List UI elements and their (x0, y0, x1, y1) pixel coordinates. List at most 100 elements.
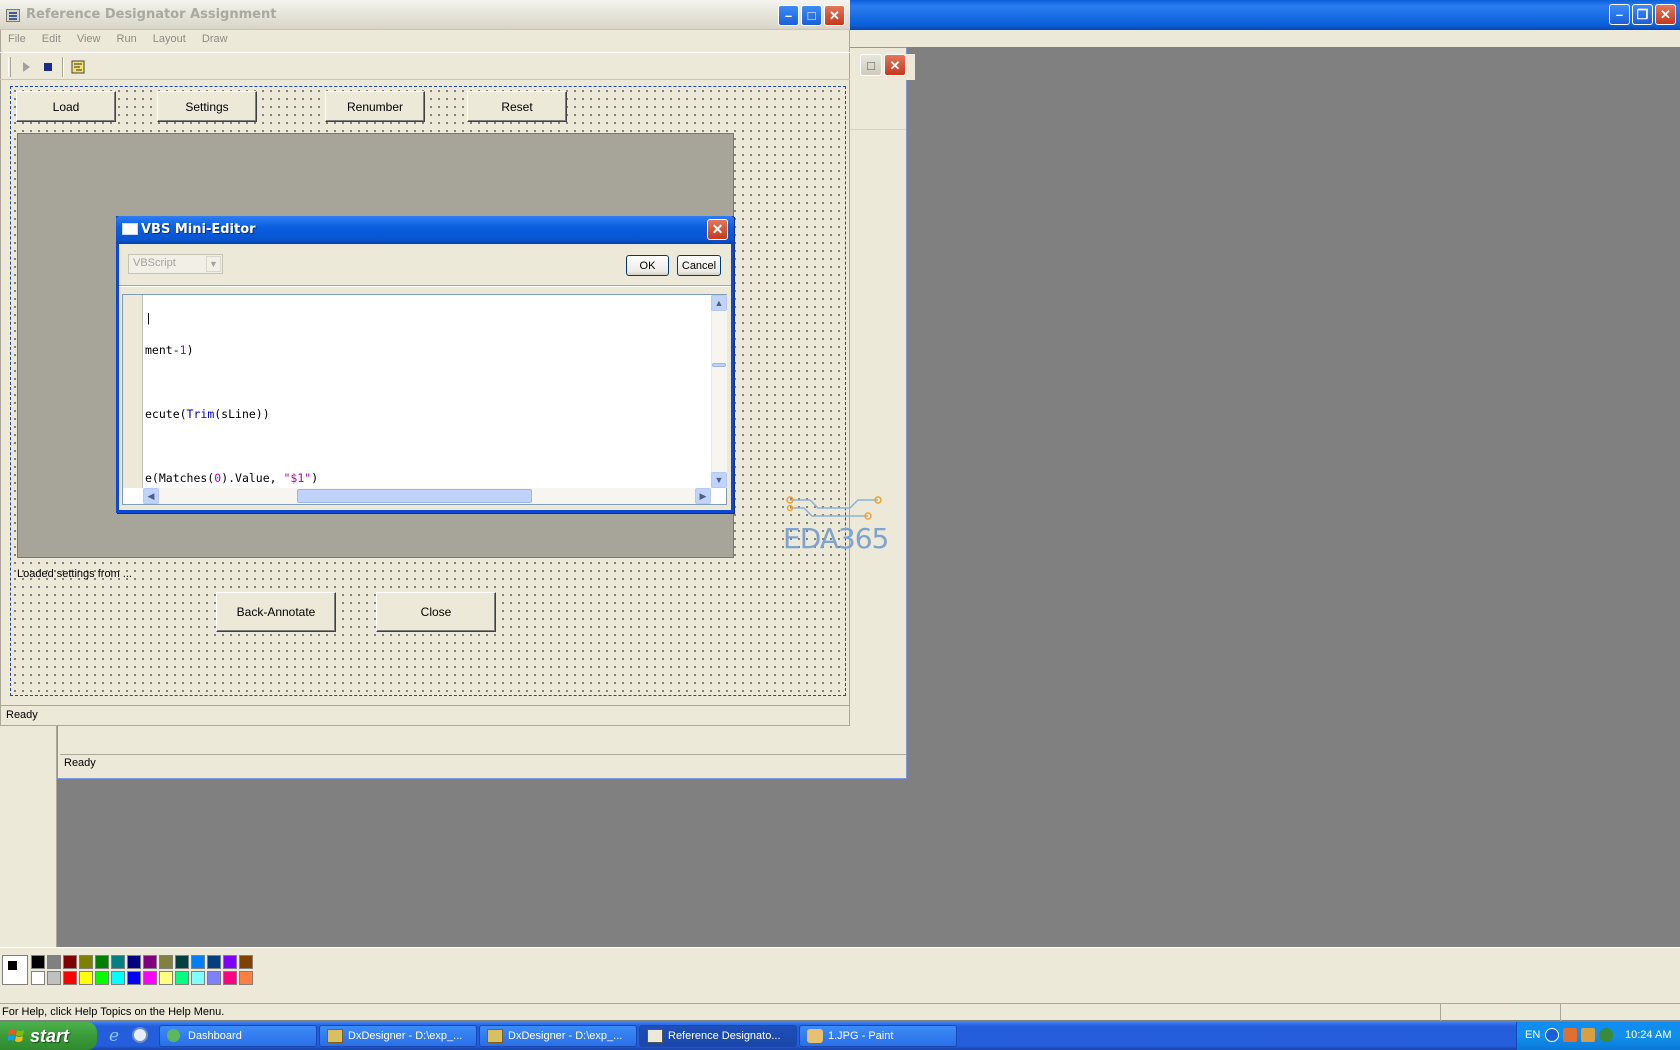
main-menubar: File Edit View Run Layout Draw (0, 30, 850, 48)
palette-swatch[interactable] (111, 971, 125, 985)
palette-swatch[interactable] (239, 955, 253, 969)
paint-minimize-button[interactable]: – (1609, 4, 1630, 25)
palette-swatch[interactable] (31, 971, 45, 985)
eda365-logo-text: EDA365 (783, 522, 889, 555)
main-status-text: Ready (6, 709, 38, 721)
menu-draw[interactable]: Draw (202, 33, 228, 45)
palette-swatch[interactable] (95, 971, 109, 985)
code-text[interactable]: | ment-1) ecute(Trim(sLine)) e(Matches(0… (145, 294, 711, 487)
paint-icon (807, 1029, 823, 1043)
scroll-left-icon[interactable]: ◀ (143, 488, 159, 504)
main-minimize-button[interactable]: – (778, 5, 799, 26)
palette-swatch[interactable] (95, 955, 109, 969)
palette-swatch[interactable] (223, 971, 237, 985)
menu-layout[interactable]: Layout (153, 33, 186, 45)
cancel-button[interactable]: Cancel (677, 255, 721, 276)
back-window-status-text: Ready (64, 757, 96, 769)
scroll-down-icon[interactable]: ▼ (711, 472, 727, 488)
taskbar-item-label: 1.JPG - Paint (828, 1030, 894, 1042)
palette-swatch[interactable] (143, 955, 157, 969)
chevron-down-icon[interactable]: ▼ (206, 256, 221, 272)
dxdesigner-icon (487, 1029, 503, 1043)
palette-swatch[interactable] (127, 971, 141, 985)
dashboard-icon (167, 1029, 180, 1042)
loaded-settings-label: Loaded settings from ... (17, 568, 132, 580)
tray-expand-icon[interactable] (1545, 1028, 1559, 1042)
palette-swatch[interactable] (207, 955, 221, 969)
system-tray: EN 10:24 AM (1516, 1022, 1680, 1050)
app-window-icon (647, 1029, 663, 1043)
palette-swatch[interactable] (79, 955, 93, 969)
tray-app-icon[interactable] (1581, 1028, 1595, 1042)
svg-text:e: e (109, 1026, 119, 1044)
main-close-button[interactable]: ✕ (824, 5, 845, 26)
internet-explorer-icon[interactable]: e (108, 1026, 124, 1046)
taskbar-item-dxdesigner-2[interactable]: DxDesigner - D:\exp_... (479, 1025, 637, 1047)
dialog-close-button[interactable]: ✕ (707, 219, 728, 240)
palette-swatch[interactable] (63, 955, 77, 969)
current-colors[interactable] (2, 955, 28, 985)
scroll-up-icon[interactable]: ▲ (711, 295, 727, 311)
horizontal-scroll-thumb[interactable] (297, 489, 532, 503)
taskbar-item-label: Dashboard (188, 1030, 242, 1042)
palette-swatch[interactable] (159, 971, 173, 985)
ok-button[interactable]: OK (626, 255, 669, 276)
palette-swatch[interactable] (79, 971, 93, 985)
menu-view[interactable]: View (77, 33, 101, 45)
language-indicator[interactable]: EN (1525, 1029, 1540, 1041)
palette-swatch[interactable] (127, 955, 141, 969)
quicklaunch-icon[interactable] (132, 1027, 148, 1043)
palette-swatch[interactable] (159, 955, 173, 969)
renumber-button[interactable]: Renumber (325, 91, 425, 122)
tray-app-icon[interactable] (1563, 1028, 1577, 1042)
stop-icon[interactable] (38, 57, 58, 77)
back-window-close-button[interactable]: ✕ (884, 54, 906, 76)
palette-swatch[interactable] (191, 971, 205, 985)
paint-restore-button[interactable]: ❐ (1632, 4, 1653, 25)
reset-button[interactable]: Reset (467, 91, 567, 122)
main-toolbar (0, 52, 850, 80)
start-label: start (30, 1025, 70, 1046)
palette-swatch[interactable] (239, 971, 253, 985)
palette-swatch[interactable] (175, 971, 189, 985)
editor-gutter (123, 295, 143, 488)
taskbar-item-dxdesigner-1[interactable]: DxDesigner - D:\exp_... (319, 1025, 477, 1047)
palette-swatch[interactable] (191, 955, 205, 969)
paint-statusbar: For Help, click Help Topics on the Help … (0, 1003, 1680, 1021)
palette-swatch[interactable] (175, 955, 189, 969)
back-annotate-button[interactable]: Back-Annotate (216, 592, 336, 632)
palette-swatch[interactable] (47, 971, 61, 985)
menu-run[interactable]: Run (117, 33, 137, 45)
vertical-scroll-thumb[interactable] (712, 363, 726, 367)
palette-swatch[interactable] (207, 971, 221, 985)
palette-swatch[interactable] (143, 971, 157, 985)
close-button[interactable]: Close (376, 592, 496, 632)
palette-swatch[interactable] (31, 955, 45, 969)
run-icon[interactable] (16, 57, 36, 77)
settings-button[interactable]: Settings (157, 91, 257, 122)
menu-file[interactable]: File (8, 33, 26, 45)
main-maximize-button[interactable]: □ (801, 5, 822, 26)
load-button[interactable]: Load (16, 91, 116, 122)
script-editor-icon[interactable] (68, 57, 88, 77)
taskbar-item-dashboard[interactable]: Dashboard (159, 1025, 317, 1047)
palette-swatch[interactable] (223, 955, 237, 969)
editor-vertical-scrollbar[interactable] (711, 295, 727, 488)
back-window-maximize-button[interactable]: □ (860, 54, 882, 76)
dialog-separator (119, 285, 731, 287)
language-select-value: VBScript (133, 257, 176, 269)
scroll-right-icon[interactable]: ▶ (695, 488, 711, 504)
dialog-title: VBS Mini-Editor (141, 222, 256, 237)
language-select[interactable]: VBScript ▼ (128, 254, 223, 274)
taskbar-item-paint[interactable]: 1.JPG - Paint (799, 1025, 957, 1047)
taskbar-item-label: DxDesigner - D:\exp_... (508, 1030, 623, 1042)
tray-network-icon[interactable] (1599, 1028, 1613, 1042)
taskbar-item-reference-designator[interactable]: Reference Designato... (639, 1025, 797, 1047)
paint-close-button[interactable]: ✕ (1655, 4, 1676, 25)
clock[interactable]: 10:24 AM (1625, 1029, 1671, 1041)
palette-swatch[interactable] (47, 955, 61, 969)
paint-help-text: For Help, click Help Topics on the Help … (2, 1006, 225, 1018)
menu-edit[interactable]: Edit (42, 33, 61, 45)
palette-swatch[interactable] (111, 955, 125, 969)
palette-swatch[interactable] (63, 971, 77, 985)
